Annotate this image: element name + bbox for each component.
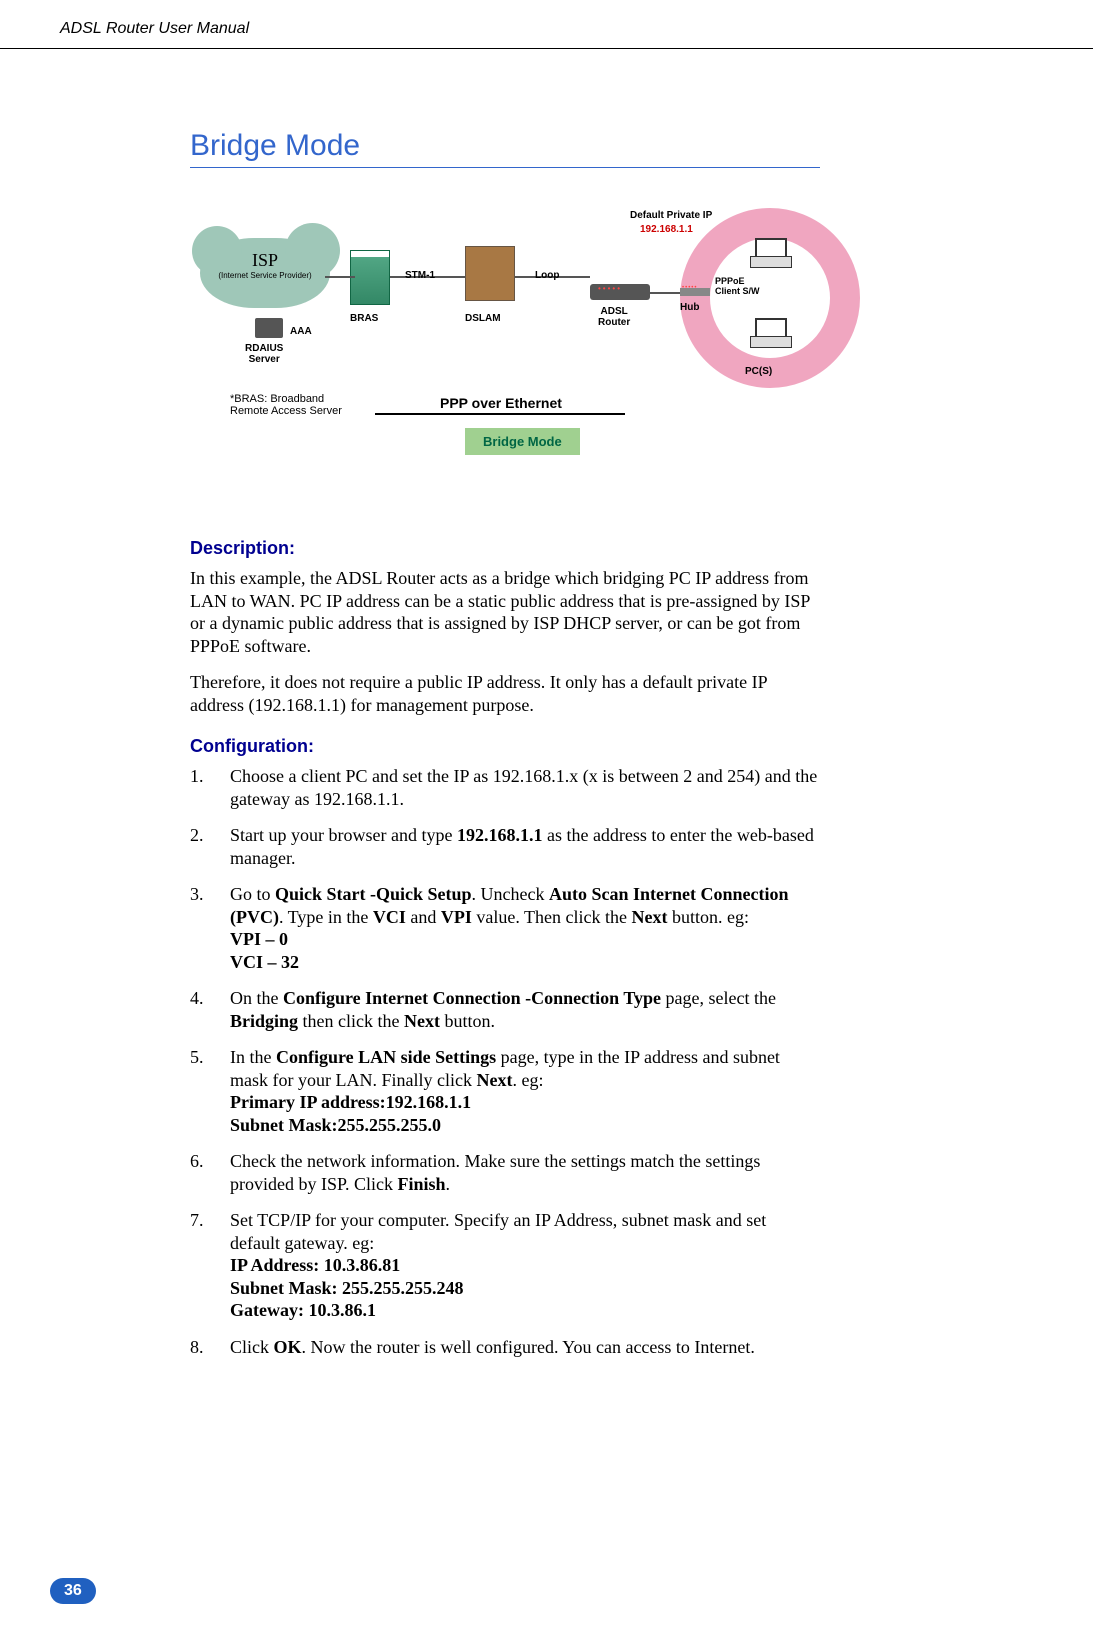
list-item: 5.In the Configure LAN side Settings pag…: [190, 1046, 820, 1136]
header-title: ADSL Router User Manual: [0, 0, 1093, 49]
step-text: . Now the router is well configured. You…: [302, 1337, 755, 1357]
pc2-icon: [750, 318, 790, 348]
step-text: then click the: [298, 1011, 404, 1031]
step-text: In the: [230, 1047, 276, 1067]
adsl-router-icon: [590, 284, 650, 300]
page-number: 36: [50, 1578, 96, 1604]
step-text: IP Address: 10.3.86.81: [230, 1255, 400, 1275]
configuration-steps: 1. Choose a client PC and set the IP as 1…: [190, 765, 820, 1358]
bras-icon: [350, 250, 390, 305]
step-number: 8.: [190, 1336, 204, 1359]
step-text: Configure Internet Connection -Connectio…: [283, 988, 661, 1008]
pppoe-label: PPPoE Client S/W: [715, 276, 760, 296]
dslam-icon: [465, 246, 515, 301]
step-text: Next: [632, 907, 668, 927]
step-text: Go to: [230, 884, 275, 904]
step-number: 4.: [190, 987, 204, 1010]
description-p2: Therefore, it does not require a public …: [190, 671, 820, 716]
step-text: Gateway: 10.3.86.1: [230, 1300, 376, 1320]
loop-label: Loop: [535, 270, 559, 281]
step-number: 5.: [190, 1046, 204, 1069]
step-text: and: [406, 907, 441, 927]
step-text: .: [446, 1174, 451, 1194]
step-number: 1.: [190, 765, 204, 788]
list-item: 7. Set TCP/IP for your computer. Specify …: [190, 1209, 820, 1322]
step-text: Subnet Mask:255.255.255.0: [230, 1115, 441, 1135]
step-text: VPI – 0: [230, 929, 288, 949]
hub-icon: [680, 288, 710, 296]
ppp-ethernet-label: PPP over Ethernet: [440, 395, 562, 411]
configuration-heading: Configuration:: [190, 736, 820, 757]
step-text: Bridging: [230, 1011, 298, 1031]
step-text: Choose a client PC and set the IP as 192…: [230, 766, 817, 809]
rdaius-server-icon: [255, 318, 283, 338]
step-text: Set TCP/IP for your computer. Specify an…: [230, 1210, 766, 1253]
step-text: Quick Start -Quick Setup: [275, 884, 472, 904]
step-text: VCI: [373, 907, 406, 927]
description-p1: In this example, the ADSL Router acts as…: [190, 567, 820, 657]
bridge-mode-badge: Bridge Mode: [465, 428, 580, 455]
step-text: . Uncheck: [472, 884, 549, 904]
isp-cloud: ISP (Internet Service Provider): [200, 238, 330, 308]
step-text: Next: [476, 1070, 512, 1090]
list-item: 1. Choose a client PC and set the IP as 1…: [190, 765, 820, 810]
step-text: value. Then click the: [472, 907, 632, 927]
step-number: 2.: [190, 824, 204, 847]
aaa-label: AAA: [290, 326, 312, 337]
step-text: Check the network information. Make sure…: [230, 1151, 760, 1194]
step-number: 6.: [190, 1150, 204, 1173]
list-item: 2. Start up your browser and type 192.168…: [190, 824, 820, 869]
step-text: On the: [230, 988, 283, 1008]
bras-label: BRAS: [350, 313, 378, 324]
step-text: Configure LAN side Settings: [276, 1047, 496, 1067]
rdaius-label: RDAIUS Server: [245, 343, 283, 365]
step-text: VPI: [441, 907, 472, 927]
step-text: Start up your browser and type: [230, 825, 457, 845]
step-number: 3.: [190, 883, 204, 906]
bras-note: *BRAS: Broadband Remote Access Server: [230, 393, 342, 417]
default-ip-label: Default Private IP: [630, 210, 712, 221]
step-text: Click: [230, 1337, 274, 1357]
pink-circle: [680, 208, 860, 388]
step-text: . eg:: [512, 1070, 543, 1090]
hub-label: Hub: [680, 302, 699, 313]
step-text: page, select the: [661, 988, 776, 1008]
dslam-label: DSLAM: [465, 313, 501, 324]
stm1-label: STM-1: [405, 270, 435, 281]
step-text: button.: [440, 1011, 495, 1031]
step-text: OK: [274, 1337, 302, 1357]
pc1-icon: [750, 238, 790, 268]
page-title: Bridge Mode: [190, 129, 820, 168]
network-diagram: ISP (Internet Service Provider) Default …: [190, 198, 820, 498]
step-text: Subnet Mask: 255.255.255.248: [230, 1278, 464, 1298]
step-text: Primary IP address:192.168.1.1: [230, 1092, 471, 1112]
pcs-label: PC(S): [745, 366, 772, 377]
list-item: 3. Go to Quick Start -Quick Setup. Unchec…: [190, 883, 820, 973]
description-heading: Description:: [190, 538, 820, 559]
step-text: Finish: [398, 1174, 446, 1194]
adsl-router-label: ADSL Router: [598, 306, 630, 328]
step-text: Next: [404, 1011, 440, 1031]
list-item: 6. Check the network information. Make su…: [190, 1150, 820, 1195]
step-text: 192.168.1.1: [457, 825, 543, 845]
step-text: button. eg:: [668, 907, 750, 927]
default-ip-value: 192.168.1.1: [640, 224, 693, 235]
page-content: Bridge Mode ISP (Internet Service Provid…: [0, 49, 900, 1358]
list-item: 4. On the Configure Internet Connection -…: [190, 987, 820, 1032]
step-text: VCI – 32: [230, 952, 299, 972]
list-item: 8. Click OK. Now the router is well confi…: [190, 1336, 820, 1359]
step-number: 7.: [190, 1209, 204, 1232]
step-text: . Type in the: [279, 907, 373, 927]
